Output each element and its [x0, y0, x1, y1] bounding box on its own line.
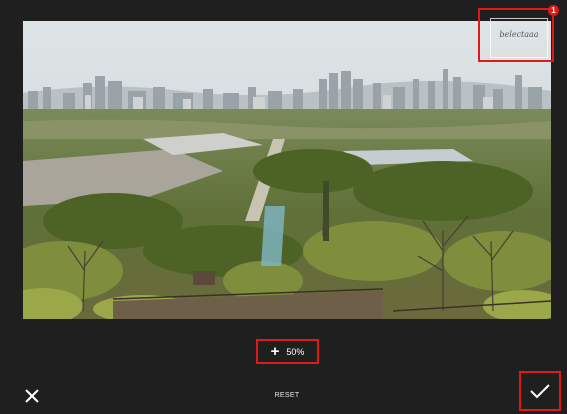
close-button[interactable]	[22, 386, 42, 406]
checkmark-icon	[530, 384, 550, 399]
park-cityscape-image	[23, 21, 551, 319]
reset-button[interactable]: RESET	[268, 389, 306, 403]
photo-preview	[23, 21, 551, 319]
watermark-badge[interactable]: 1	[548, 5, 559, 16]
signature-watermark[interactable]: belectaaa 1	[478, 5, 559, 62]
zoom-control[interactable]: + 50%	[256, 339, 319, 364]
close-icon	[25, 389, 39, 403]
confirm-button[interactable]	[519, 371, 561, 411]
signature-text: belectaaa	[499, 30, 539, 39]
plus-icon[interactable]: +	[271, 344, 280, 359]
zoom-value: 50%	[286, 346, 305, 357]
